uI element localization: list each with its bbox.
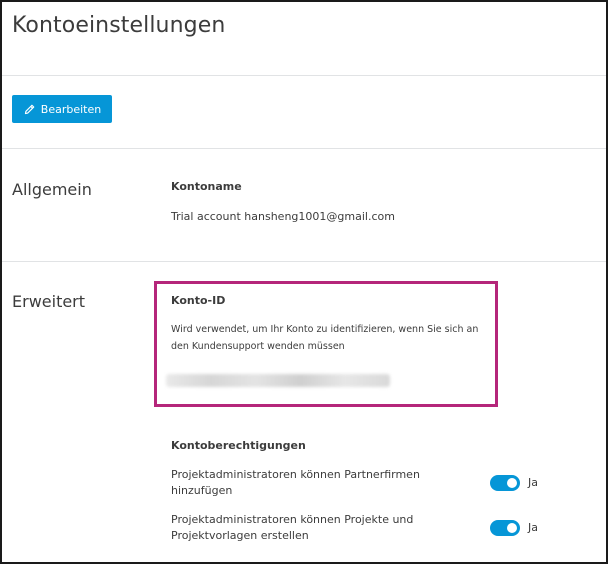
general-divider	[2, 261, 606, 262]
account-id-label: Konto-ID	[171, 294, 226, 307]
permission-create-projects-text: Projektadministratoren können Projekte u…	[171, 513, 414, 542]
toggle-knob	[507, 523, 517, 533]
permission-create-projects-toggle[interactable]	[490, 520, 520, 536]
section-title-general: Allgemein	[12, 180, 92, 199]
account-id-value-redacted	[166, 374, 390, 387]
account-id-description: Wird verwendet, um Ihr Konto zu identifi…	[171, 324, 479, 352]
section-title-advanced: Erweitert	[12, 292, 86, 311]
permission-partner-firms-text: Projektadministratoren können Partnerfir…	[171, 468, 420, 497]
edit-button[interactable]: Bearbeiten	[12, 95, 112, 123]
account-name-label: Kontoname	[171, 180, 242, 193]
toggle-knob	[507, 478, 517, 488]
permissions-label: Kontoberechtigungen	[171, 439, 306, 452]
permission-partner-firms-toggle[interactable]	[490, 475, 520, 491]
edit-button-label: Bearbeiten	[40, 102, 102, 116]
pencil-icon	[23, 103, 36, 116]
account-name-value: Trial account hansheng1001@gmail.com	[171, 210, 395, 223]
toolbar-divider	[2, 148, 606, 149]
page-title: Kontoeinstellungen	[12, 13, 226, 38]
header-divider	[2, 75, 606, 76]
permission-partner-firms-state: Ja	[528, 476, 538, 489]
permission-create-projects-state: Ja	[528, 521, 538, 534]
